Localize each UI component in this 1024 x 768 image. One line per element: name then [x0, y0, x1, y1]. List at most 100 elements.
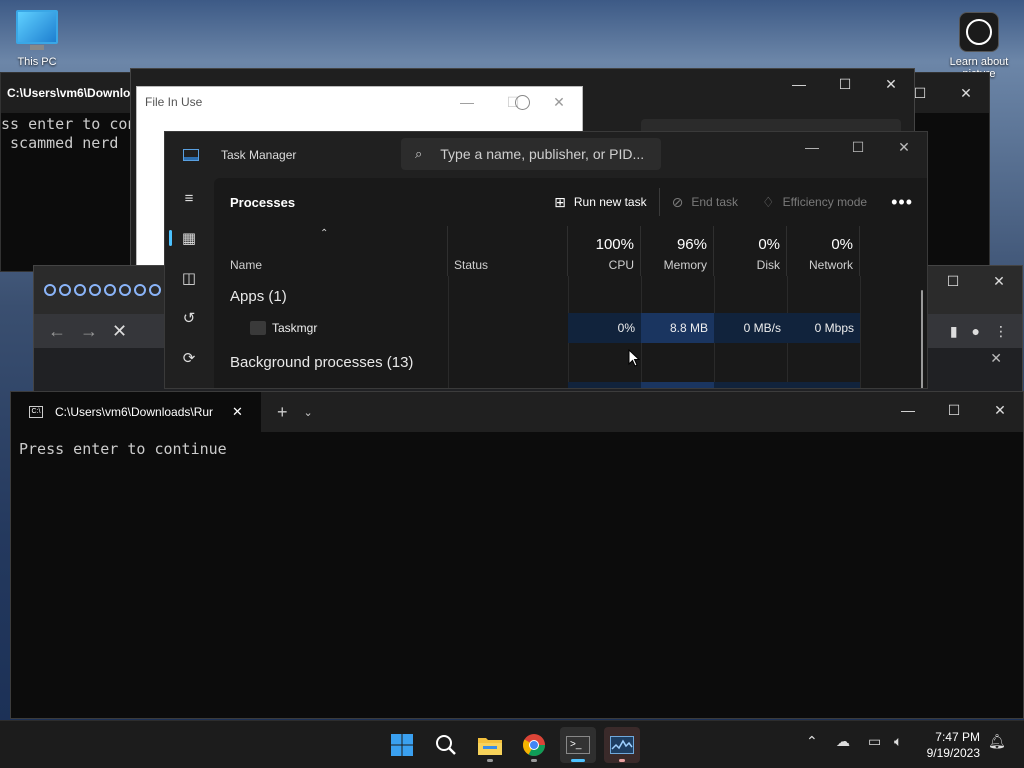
windows-icon	[391, 734, 413, 756]
task-manager-icon	[183, 149, 199, 161]
onedrive-icon[interactable]: ☁	[836, 733, 850, 750]
tab-favicon-icon[interactable]	[104, 284, 116, 296]
desktop-icon-label: This PC	[17, 56, 57, 68]
group-background-processes[interactable]: Background processes (13)	[230, 354, 413, 371]
monitor-icon	[16, 10, 58, 44]
app-icon	[250, 321, 266, 335]
column-name[interactable]: ⌃ Name	[214, 226, 448, 276]
minimize-icon[interactable]: —	[444, 87, 490, 117]
profile-icon[interactable]: ●	[972, 323, 980, 340]
nav-performance-icon[interactable]: ◫	[165, 258, 213, 298]
column-memory[interactable]: 96% Memory	[641, 226, 714, 276]
taskbar-chrome[interactable]	[516, 727, 552, 763]
search-placeholder: Type a name, publisher, or PID...	[440, 146, 645, 162]
close-icon[interactable]: ✕	[976, 266, 1022, 296]
minimize-icon[interactable]: —	[789, 132, 835, 162]
process-search-input[interactable]: ⌕ Type a name, publisher, or PID...	[401, 138, 661, 170]
minimize-icon[interactable]: —	[885, 394, 931, 426]
back-icon[interactable]: ←	[48, 321, 66, 342]
clock-icon	[515, 95, 530, 110]
learn-about-icon	[959, 12, 999, 52]
scrollbar[interactable]	[921, 290, 923, 388]
notification-bell-icon[interactable]: 🔔︎	[988, 733, 1006, 750]
group-apps[interactable]: Apps (1)	[230, 288, 287, 305]
column-cpu[interactable]: 100% CPU	[568, 226, 641, 276]
system-clock[interactable]: 7:47 PM 9/19/2023	[927, 729, 980, 761]
tab-favicon-icon[interactable]	[59, 284, 71, 296]
close-icon[interactable]: ✕	[868, 69, 914, 99]
task-manager-icon	[610, 736, 634, 754]
task-manager-titlebar[interactable]: Task Manager ⌕ Type a name, publisher, o…	[165, 132, 927, 178]
more-options-icon[interactable]: •••	[879, 192, 927, 213]
page-title: Processes	[230, 194, 296, 210]
nav-processes-icon[interactable]: ▦	[165, 218, 213, 258]
start-button[interactable]	[384, 727, 420, 763]
close-icon[interactable]: ✕	[977, 394, 1023, 426]
chevron-up-icon[interactable]: ⌃	[806, 733, 818, 750]
cmd-title: C:\Users\vm6\Downloa	[7, 86, 138, 100]
folder-icon	[478, 738, 502, 755]
sort-up-icon: ⌃	[320, 228, 329, 239]
taskbar: >_ ⌃ ☁ ▭ 🔈︎ 7:47 PM 9/19/2023 🔔︎	[0, 720, 1024, 768]
search-button[interactable]	[428, 727, 464, 763]
block-icon: ⊘	[671, 193, 684, 210]
nav-app-history-icon[interactable]: ↺	[165, 298, 213, 338]
maximize-icon[interactable]: ☐	[835, 132, 881, 162]
terminal-window[interactable]: C:\ C:\Users\vm6\Downloads\Rur ✕ + ⌄ — ☐…	[10, 391, 1024, 719]
column-status[interactable]: Status	[448, 226, 568, 276]
taskbar-task-manager[interactable]	[604, 727, 640, 763]
tab-favicon-icon[interactable]	[134, 284, 146, 296]
close-tab-icon[interactable]: ✕	[232, 404, 243, 420]
terminal-output[interactable]: Press enter to continue	[11, 432, 1023, 458]
tab-favicon-icon[interactable]	[44, 284, 56, 296]
desktop: { "desktop": { "icons": [ {"label": "Thi…	[0, 0, 1024, 768]
column-disk[interactable]: 0% Disk	[714, 226, 787, 276]
dialog-titlebar[interactable]: File In Use — ☐ ✕	[137, 87, 582, 117]
terminal-tabbar[interactable]: C:\ C:\Users\vm6\Downloads\Rur ✕ + ⌄ — ☐…	[11, 392, 1023, 432]
end-task-button[interactable]: ⊘ End task	[660, 186, 750, 218]
sidebar-toggle-icon[interactable]: ▮	[950, 323, 958, 340]
minimize-icon[interactable]: —	[776, 69, 822, 99]
taskbar-file-explorer[interactable]	[472, 727, 508, 763]
forward-icon[interactable]: →	[80, 321, 98, 342]
dialog-title: File In Use	[145, 95, 203, 109]
maximize-icon[interactable]: ☐	[931, 394, 977, 426]
maximize-icon[interactable]: ☐	[822, 69, 868, 99]
hamburger-icon[interactable]: ≡	[165, 178, 213, 218]
processes-panel: Processes ⊞ Run new task ⊘ End task ♢ Ef…	[214, 178, 927, 388]
column-network[interactable]: 0% Network	[787, 226, 860, 276]
close-icon[interactable]: ✕	[990, 350, 1002, 367]
new-tab-icon[interactable]: +	[277, 402, 288, 423]
mouse-cursor-icon	[628, 349, 640, 367]
terminal-icon: >_	[566, 736, 590, 754]
terminal-tab[interactable]: C:\ C:\Users\vm6\Downloads\Rur ✕	[11, 392, 261, 432]
volume-muted-icon[interactable]: 🔈︎	[894, 733, 902, 750]
tab-favicon-icon[interactable]	[119, 284, 131, 296]
leaf-icon: ♢	[762, 193, 775, 210]
taskbar-terminal[interactable]: >_	[560, 727, 596, 763]
chrome-icon	[523, 734, 545, 756]
search-icon	[436, 735, 456, 755]
browser-menu-icon[interactable]: ⋮	[994, 323, 1008, 340]
chevron-down-icon[interactable]: ⌄	[304, 406, 313, 419]
close-icon[interactable]: ✕	[536, 87, 582, 117]
stop-loading-icon[interactable]: ✕	[112, 321, 127, 342]
tab-favicon-icon[interactable]	[74, 284, 86, 296]
cmd-icon: C:\	[29, 406, 43, 418]
tab-favicon-icon[interactable]	[89, 284, 101, 296]
desktop-icon-this-pc[interactable]: This PC	[16, 10, 58, 68]
close-icon[interactable]: ✕	[881, 132, 927, 162]
task-manager-nav: ≡ ▦ ◫ ↺ ⟳	[165, 178, 213, 388]
search-icon: ⌕	[415, 146, 423, 161]
maximize-icon[interactable]: ☐	[930, 266, 976, 296]
network-icon[interactable]: ▭	[868, 733, 881, 750]
run-new-task-button[interactable]: ⊞ Run new task	[542, 186, 658, 218]
efficiency-mode-button[interactable]: ♢ Efficiency mode	[750, 186, 879, 218]
tab-favicon-icon[interactable]	[149, 284, 161, 296]
add-task-icon: ⊞	[554, 193, 566, 210]
task-manager-window[interactable]: Task Manager ⌕ Type a name, publisher, o…	[164, 131, 928, 389]
close-icon[interactable]: ✕	[943, 78, 989, 108]
desktop-icon-learn-about[interactable]: Learn about picture	[944, 12, 1014, 80]
table-row[interactable]: Taskmgr 0% 8.8 MB 0 MB/s 0 Mbps	[214, 313, 927, 343]
nav-startup-icon[interactable]: ⟳	[165, 338, 213, 378]
